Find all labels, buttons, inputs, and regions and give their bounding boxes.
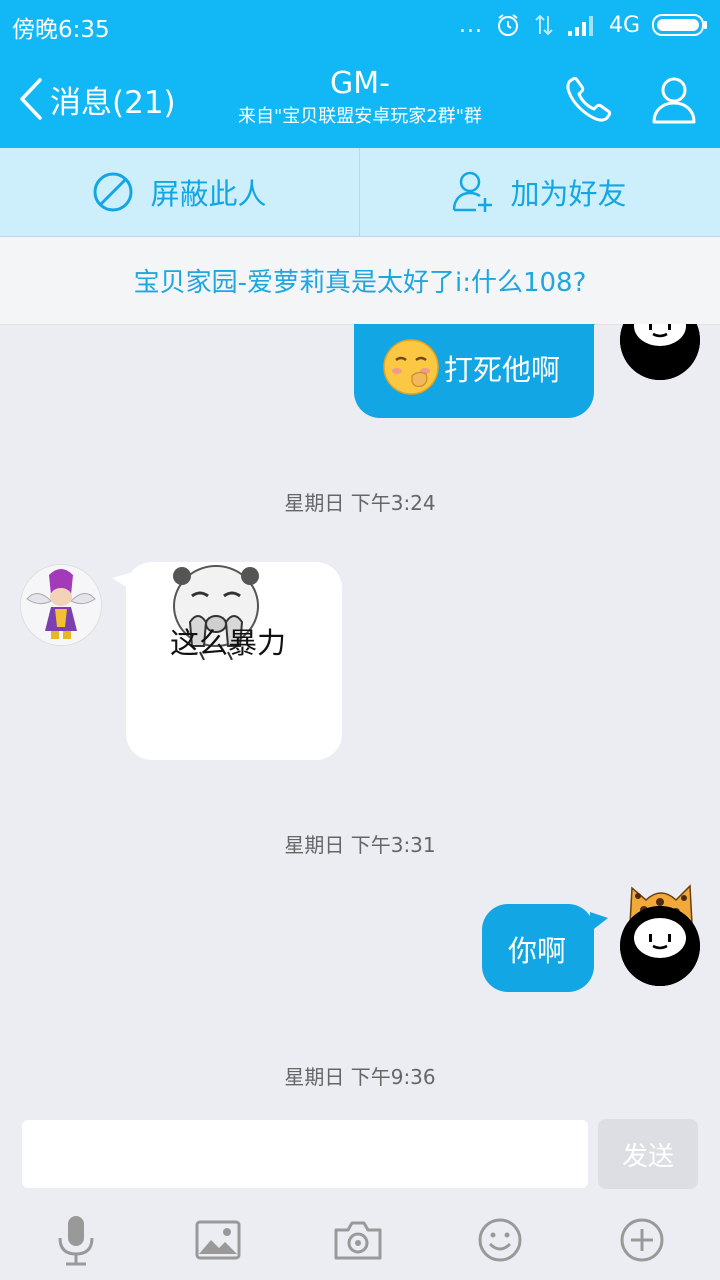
back-label: 消息(21) (50, 84, 176, 121)
person-icon (652, 77, 696, 124)
message-text: 这么暴力 (170, 626, 287, 660)
data-transfer-icon (535, 14, 553, 36)
signal-icon (567, 16, 593, 36)
hand-over-mouth-emoji (383, 339, 439, 395)
message-text: 打死他啊 (444, 353, 561, 387)
panda-avatar-icon (620, 324, 700, 380)
battery-icon (652, 14, 707, 36)
my-avatar[interactable] (620, 906, 700, 986)
time-divider: 星期日 下午9:36 (284, 1065, 436, 1089)
block-user-button[interactable]: 屏蔽此人 (0, 148, 359, 236)
alarm-icon (497, 14, 518, 36)
smiley-icon (478, 1218, 522, 1262)
image-icon (195, 1220, 241, 1260)
status-icons: ... 4G (459, 8, 708, 42)
time-divider: 星期日 下午3:31 (284, 833, 436, 857)
conversation-title: GM- 来自"宝贝联盟安卓玩家2群"群 (180, 66, 540, 130)
image-button[interactable] (188, 1214, 248, 1266)
plus-icon (620, 1218, 664, 1262)
more-dots-icon: ... (458, 12, 483, 38)
contact-source: 来自"宝贝联盟安卓玩家2群"群 (237, 106, 482, 127)
mic-icon (58, 1216, 94, 1266)
message-bubble-sent[interactable]: 打死他啊 (354, 324, 594, 418)
block-user-label: 屏蔽此人 (150, 177, 267, 211)
profile-button[interactable] (646, 72, 702, 128)
send-button[interactable]: 发送 (598, 1119, 698, 1189)
voice-button[interactable] (46, 1214, 106, 1266)
chevron-left-icon (20, 78, 42, 120)
chat-screen: 傍晚6:35 ... 4G 消息(21) GM- 来自"宝贝联盟安卓玩家2群"群… (0, 0, 720, 1280)
camera-button[interactable] (328, 1214, 388, 1266)
add-friend-button[interactable]: 加为好友 (360, 148, 719, 236)
action-bar: 屏蔽此人 加为好友 (0, 148, 720, 237)
add-friend-label: 加为好友 (510, 177, 627, 211)
message-input[interactable] (22, 1120, 588, 1188)
title-bar: 消息(21) GM- 来自"宝贝联盟安卓玩家2群"群 (0, 50, 720, 148)
group-notice[interactable]: 宝贝家园-爱萝莉真是太好了i:什么108? (0, 237, 720, 325)
more-button[interactable] (612, 1214, 672, 1266)
block-icon (93, 172, 133, 212)
camera-icon (334, 1221, 382, 1260)
message-bubble-received[interactable]: 这么暴力 (126, 562, 342, 760)
network-type: 4G (608, 12, 640, 38)
status-bar: 傍晚6:35 ... 4G (0, 0, 720, 50)
my-avatar[interactable] (620, 324, 700, 380)
emoji-button[interactable] (470, 1214, 530, 1266)
call-button[interactable] (560, 72, 616, 128)
add-person-icon (453, 171, 493, 212)
winged-character-avatar-icon (21, 565, 101, 645)
panda-avatar-icon (620, 906, 700, 986)
input-bar: 发送 (0, 1116, 720, 1280)
back-button[interactable]: 消息(21) (18, 74, 176, 124)
chat-area[interactable]: 打死他啊 星期日 下午3:24 这么暴力 星期日 下午3:31 你啊 星期日 下… (0, 324, 720, 1116)
contact-name: GM- (330, 66, 390, 101)
message-bubble-sent[interactable]: 你啊 (482, 904, 594, 992)
time-divider: 星期日 下午3:24 (284, 491, 436, 515)
contact-avatar[interactable] (20, 564, 102, 646)
status-time: 傍晚6:35 (12, 17, 110, 43)
bubble-tail (590, 324, 596, 328)
bubble-tail (590, 912, 608, 932)
message-text: 你啊 (508, 934, 567, 968)
phone-icon (566, 76, 612, 122)
